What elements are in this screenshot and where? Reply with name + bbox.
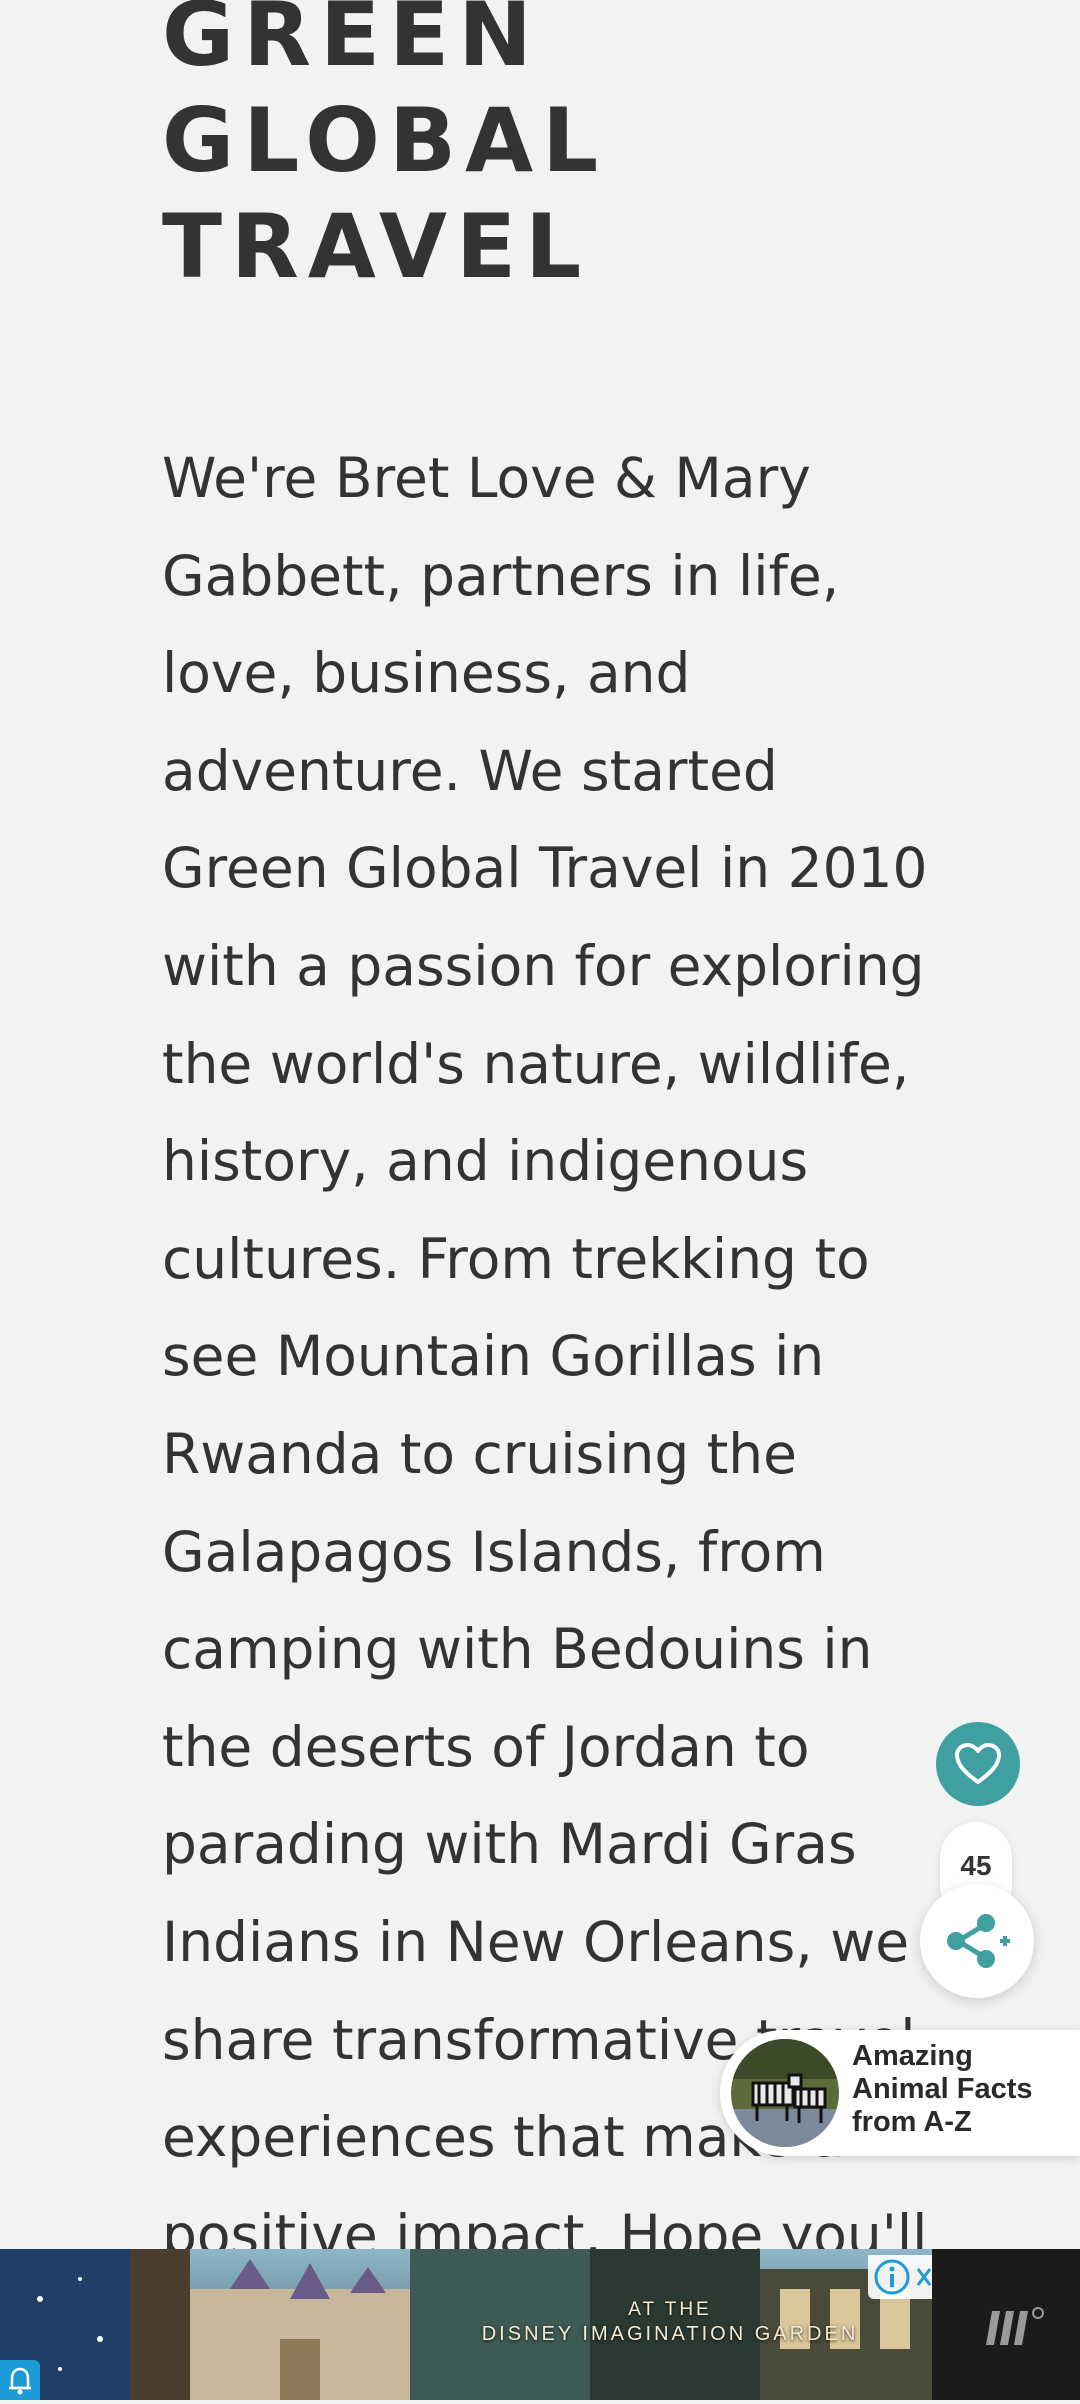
- ad-caption-line: AT THE: [628, 2299, 712, 2320]
- about-line: parading with Mardi Gras: [162, 1812, 857, 1877]
- about-line: the deserts of Jordan to: [162, 1714, 810, 1779]
- heart-icon: [955, 1743, 1001, 1784]
- close-icon[interactable]: [914, 2265, 934, 2289]
- promo-title-line: Animal Facts: [852, 2073, 1033, 2105]
- mediavine-logo-icon[interactable]: [982, 2301, 1052, 2351]
- promo-title[interactable]: Amazing Animal Facts from A-Z: [852, 2040, 1072, 2139]
- about-line: Rwanda to cruising the: [162, 1421, 797, 1486]
- site-title-line: GLOBAL: [162, 89, 608, 192]
- about-line: cultures. From trekking to: [162, 1226, 870, 1291]
- about-line: history, and indigenous: [162, 1129, 809, 1194]
- about-line: Galapagos Islands, from: [162, 1519, 826, 1584]
- notification-button[interactable]: [0, 2360, 40, 2400]
- share-icon: [947, 1914, 1010, 1968]
- info-icon[interactable]: [872, 2257, 912, 2297]
- share-button[interactable]: [920, 1884, 1034, 1998]
- site-title-line: GREEN: [162, 0, 541, 86]
- about-line: Indians in New Orleans, we: [162, 1909, 910, 1974]
- site-title-line: TRAVEL: [162, 195, 591, 298]
- ad-caption: AT THE DISNEY IMAGINATION GARDEN: [470, 2299, 870, 2347]
- site-title: GREEN GLOBAL TRAVEL: [162, 0, 607, 300]
- ad-caption-line: DISNEY IMAGINATION GARDEN: [481, 2323, 859, 2345]
- favorite-button[interactable]: [936, 1722, 1020, 1806]
- about-line: see Mountain Gorillas in: [162, 1324, 825, 1389]
- ad-choices[interactable]: [868, 2255, 932, 2299]
- about-line: adventure. We started: [162, 738, 778, 803]
- promo-title-line: from A-Z: [852, 2106, 972, 2138]
- about-line: camping with Bedouins in: [162, 1617, 873, 1682]
- ad-banner[interactable]: AT THE DISNEY IMAGINATION GARDEN: [0, 2249, 1080, 2400]
- share-count: 45: [960, 1850, 992, 1881]
- promo-card[interactable]: Amazing Animal Facts from A-Z: [720, 2030, 1080, 2156]
- about-line: We're Bret Love & Mary: [162, 446, 811, 510]
- promo-title-line: Amazing: [852, 2040, 973, 2072]
- about-line: Gabbett, partners in life,: [162, 543, 840, 608]
- about-line: Green Global Travel in 2010: [162, 836, 928, 901]
- about-line: with a passion for exploring: [162, 933, 925, 998]
- about-line: love, business, and: [162, 641, 691, 706]
- bell-icon: [9, 2367, 31, 2395]
- promo-thumbnail: [728, 2036, 842, 2150]
- about-line: the world's nature, wildlife,: [162, 1031, 910, 1096]
- about-paragraph: We're Bret Love & Mary Gabbett, partners…: [162, 430, 928, 2284]
